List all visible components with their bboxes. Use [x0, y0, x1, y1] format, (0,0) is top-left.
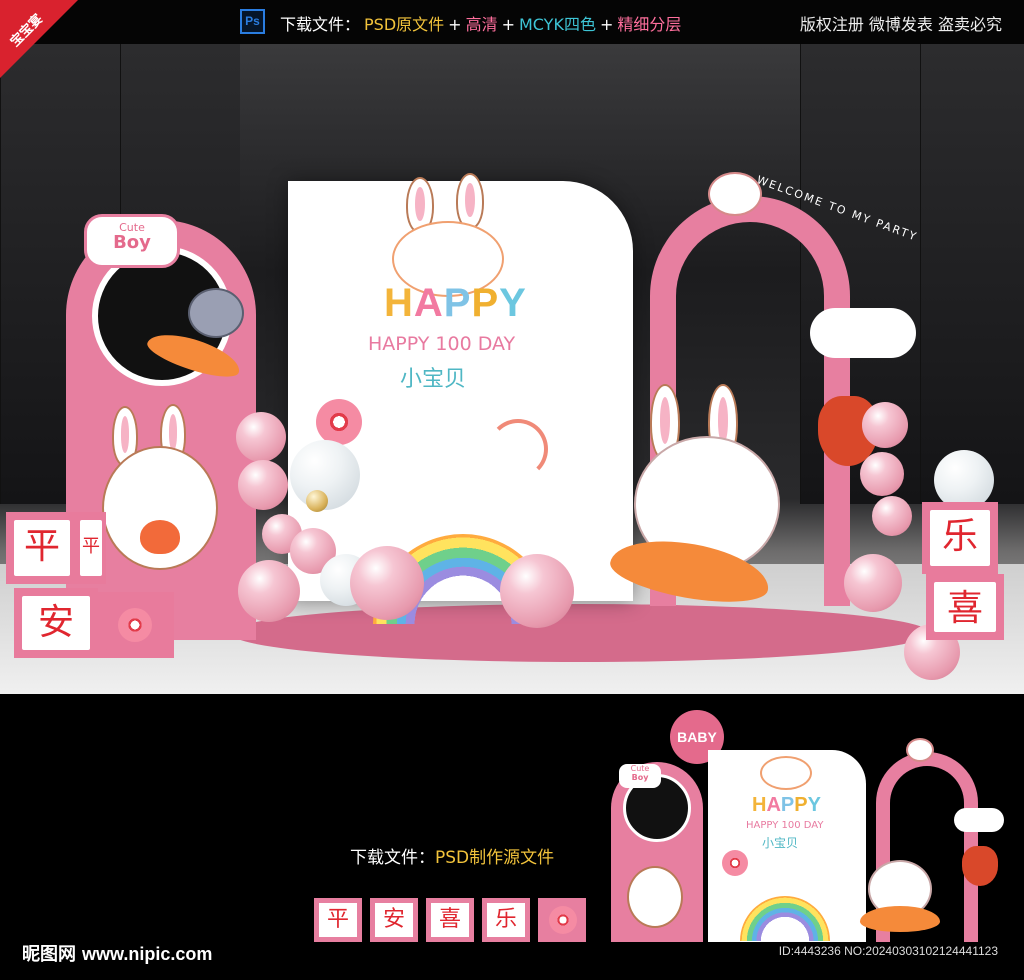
- plus-sign: +: [599, 15, 614, 34]
- cute-boy-bubble: Cute Boy: [84, 214, 180, 268]
- cloud-icon: [810, 308, 916, 358]
- party-backdrop-render: Cute Boy HAPPY HAPPY 100 DAY 小宝贝 WELCOME…: [0, 44, 1024, 694]
- tile-ping: 平: [314, 898, 362, 942]
- download-info: 下载文件： PSD原文件 + 高清 + MCYK四色 + 精细分层: [280, 11, 685, 35]
- balloon: [872, 496, 912, 536]
- mini-flower-icon: [722, 850, 748, 876]
- mini-tulip-icon: [962, 846, 998, 886]
- download-item-psd: PSD原文件: [364, 15, 445, 34]
- balloon: [306, 490, 328, 512]
- grey-bunny-icon: [188, 288, 244, 338]
- block-xi: 喜: [926, 574, 1004, 640]
- balloon: [238, 560, 300, 622]
- mini-happy-100-day: HAPPY 100 DAY: [746, 820, 824, 831]
- bottom-download-line: 下载文件：PSD制作源文件: [350, 843, 554, 868]
- nipic-logo[interactable]: 昵图网 www.nipic.com: [22, 940, 212, 966]
- image-id-line: ID:4443236 NO:20240303102124441123: [778, 944, 998, 958]
- flower-icon: [118, 608, 152, 642]
- balloon: [860, 452, 904, 496]
- balloon: [934, 450, 994, 510]
- mini-cute-boy-bubble: Cute Boy: [619, 764, 661, 788]
- happy-title: HAPPY: [384, 281, 527, 325]
- block-le: 乐: [922, 502, 998, 574]
- block-flower: [98, 592, 174, 658]
- pink-stage: [230, 604, 930, 662]
- mini-cloud-icon: [954, 808, 1004, 832]
- plus-sign: +: [501, 15, 515, 34]
- wall-panel: [920, 44, 1024, 504]
- balloon: [238, 460, 288, 510]
- block-ping: 平: [6, 512, 78, 584]
- tile-xi: 喜: [426, 898, 474, 942]
- bottom-download-file: PSD制作源文件: [435, 848, 555, 868]
- mini-chinese-title: 小宝贝: [762, 836, 799, 850]
- mini-happy-title: HAPPY: [752, 794, 821, 816]
- block-ping-side: 平: [76, 512, 106, 584]
- logo-text: 昵图网: [22, 944, 76, 965]
- balloon: [500, 554, 574, 628]
- heart-icon: [140, 520, 180, 554]
- tile-an: 安: [370, 898, 418, 942]
- balloon: [844, 554, 902, 612]
- download-item-layers: 精细分层: [617, 15, 682, 34]
- balloon: [350, 546, 424, 620]
- copyright-notice: 版权注册 微博发表 盗卖必究: [799, 15, 1002, 34]
- logo-url[interactable]: www.nipic.com: [82, 944, 212, 964]
- bottom-download-prefix: 下载文件：: [350, 848, 435, 868]
- photoshop-icon: Ps: [240, 9, 265, 34]
- mini-carrot-icon: [860, 906, 940, 932]
- tile-le: 乐: [482, 898, 530, 942]
- happy-100-day: HAPPY 100 DAY: [368, 333, 516, 355]
- small-bunny-icon: [708, 172, 762, 216]
- mini-small-bunny-icon: [906, 738, 934, 762]
- mini-boy-label: Boy: [631, 773, 649, 782]
- tile-flower: [538, 898, 586, 942]
- mini-bunny-icon: [627, 866, 683, 928]
- plus-sign: +: [448, 15, 462, 34]
- mini-left-arch: Cute Boy: [611, 762, 703, 942]
- top-banner: Ps 下载文件： PSD原文件 + 高清 + MCYK四色 + 精细分层 版权注册 微博发表 …: [0, 0, 1024, 44]
- flower-icon: [549, 906, 577, 934]
- mini-backdrop-board: HAPPY HAPPY 100 DAY 小宝贝: [708, 750, 866, 942]
- download-item-hd: 高清: [465, 15, 498, 34]
- boy-label: Boy: [113, 232, 151, 253]
- mini-cute-label: Cute: [630, 764, 650, 773]
- balloon: [236, 412, 286, 462]
- block-an: 安: [14, 588, 98, 658]
- chinese-title: 小宝贝: [400, 367, 467, 392]
- swirl-icon: [488, 419, 548, 479]
- download-prefix: 下载文件：: [280, 15, 361, 34]
- mini-rainbow-icon: [740, 896, 830, 941]
- mini-bunny-head-icon: [760, 756, 812, 790]
- flower-icon: [316, 399, 362, 445]
- download-item-cmyk: MCYK四色: [518, 15, 596, 34]
- balloon: [862, 402, 908, 448]
- bunny-ear-icon: [456, 173, 484, 229]
